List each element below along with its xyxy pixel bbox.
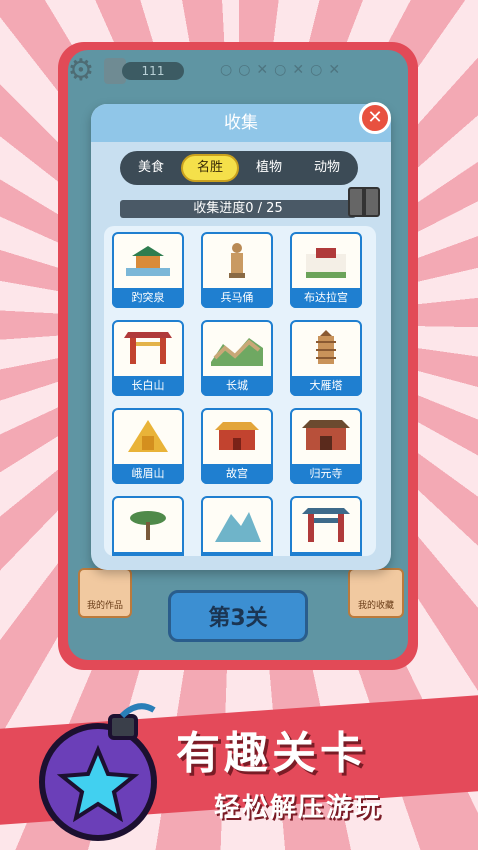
card-baotu-spring[interactable]: 趵突泉 — [112, 232, 184, 308]
my-works-label: 我的作品 — [86, 601, 123, 611]
card-label: 故宫 — [201, 464, 273, 484]
forbidden-city-icon — [215, 422, 259, 450]
archway-icon — [302, 508, 350, 542]
close-icon: ✕ — [367, 107, 383, 128]
card-label: 归元寺 — [290, 464, 362, 484]
temple-icon — [302, 420, 350, 450]
card-label: 布达拉宫 — [290, 288, 362, 308]
tab-scenic-spots[interactable]: 名胜 — [181, 154, 239, 182]
warrior-statue-icon — [229, 243, 245, 278]
card-label: 大雁塔 — [290, 376, 362, 396]
collection-grid: 趵突泉 兵马俑 布达拉宫 长白山 长城 大雁塔 峨眉山 故宫 归元寺 — [104, 226, 376, 556]
progress-text: 收集进度0 / 25 — [193, 201, 283, 216]
card-forbidden-city[interactable]: 故宫 — [201, 408, 273, 484]
gate-icon — [124, 332, 172, 364]
card-giant-wild-goose-pagoda[interactable]: 大雁塔 — [290, 320, 362, 396]
modal-title: 收集 — [224, 113, 258, 133]
card-label: 趵突泉 — [112, 288, 184, 308]
tab-food[interactable]: 美食 — [122, 154, 180, 182]
level-button[interactable]: 第3关 — [168, 590, 308, 642]
gear-icon[interactable]: ⚙ — [66, 56, 96, 86]
palace-icon — [306, 248, 346, 278]
card-terracotta-army[interactable]: 兵马俑 — [201, 232, 273, 308]
pine-tree-icon — [130, 511, 166, 540]
card-mountain-peak[interactable] — [201, 496, 273, 556]
card-changbai-mountain[interactable]: 长白山 — [112, 320, 184, 396]
card-label — [290, 552, 362, 556]
card-potala-palace[interactable]: 布达拉宫 — [290, 232, 362, 308]
gift-ribbon — [362, 187, 366, 217]
tab-plants[interactable]: 植物 — [240, 154, 298, 182]
card-label: 长白山 — [112, 376, 184, 396]
card-label — [112, 552, 184, 556]
banner-subtitle: 轻松解压游玩 — [214, 793, 383, 823]
tab-animals[interactable]: 动物 — [298, 154, 356, 182]
background-decor: ○○✕○✕○✕ — [220, 62, 347, 78]
great-wall-icon — [211, 338, 263, 366]
card-label — [201, 552, 273, 556]
my-collection-label: 我的收藏 — [357, 601, 394, 611]
card-memorial-archway[interactable] — [290, 496, 362, 556]
golden-temple-icon — [128, 420, 168, 452]
card-guiyuan-temple[interactable]: 归元寺 — [290, 408, 362, 484]
card-emei-mountain[interactable]: 峨眉山 — [112, 408, 184, 484]
card-great-wall[interactable]: 长城 — [201, 320, 273, 396]
bomb-icon — [39, 703, 157, 841]
pavilion-icon — [126, 246, 170, 276]
close-button[interactable]: ✕ — [359, 102, 391, 134]
card-label: 峨眉山 — [112, 464, 184, 484]
coin-counter: 111 — [122, 62, 184, 80]
card-label: 兵马俑 — [201, 288, 273, 308]
banner-title: 有趣关卡 — [176, 728, 368, 779]
card-label: 长城 — [201, 376, 273, 396]
mountain-icon — [215, 512, 261, 542]
card-pine-mountain[interactable] — [112, 496, 184, 556]
pagoda-icon — [316, 330, 336, 364]
